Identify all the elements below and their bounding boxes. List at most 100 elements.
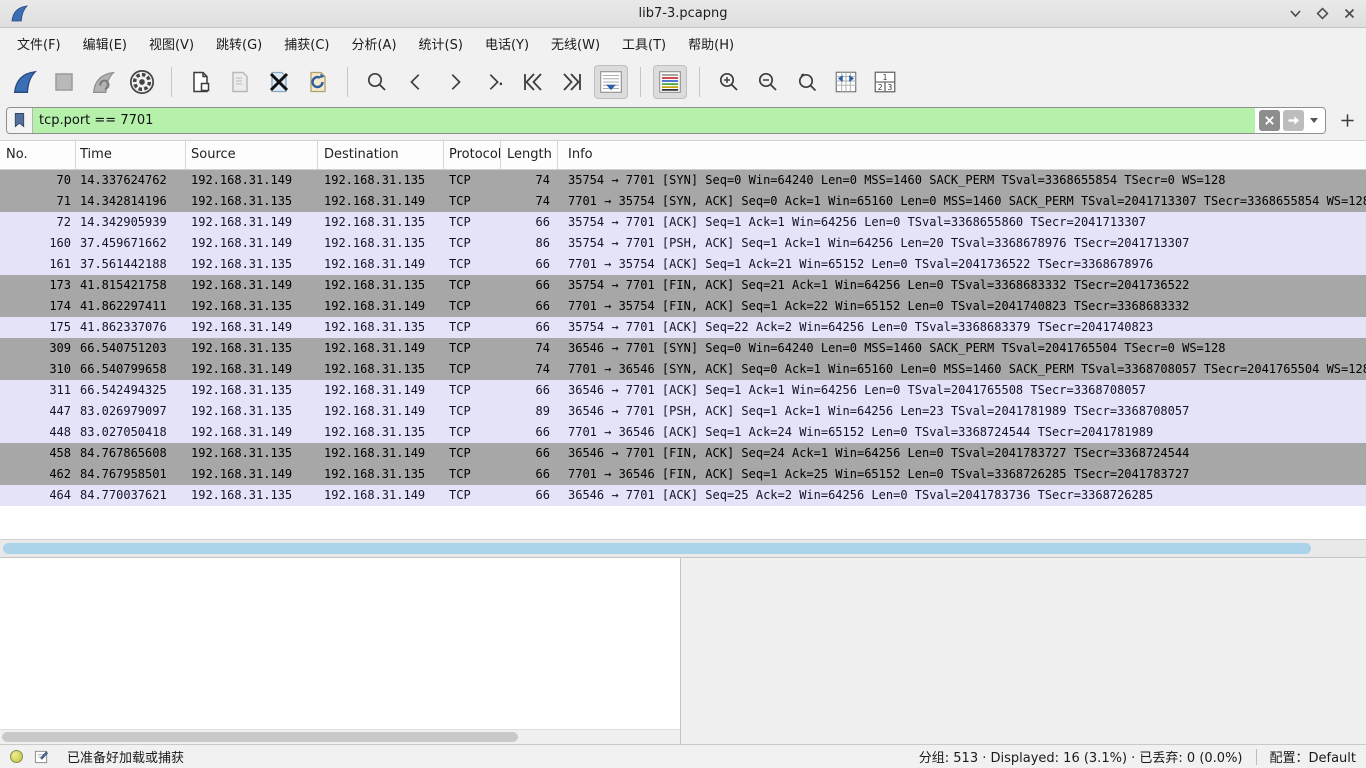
filter-text[interactable]: tcp.port == 7701 <box>33 113 1255 128</box>
titlebar: lib7-3.pcapng <box>0 0 1366 28</box>
packet-protocol: TCP <box>444 317 501 338</box>
packet-length: 66 <box>501 317 558 338</box>
restart-capture-button[interactable] <box>86 65 120 99</box>
column-header-length[interactable]: Length <box>501 141 558 169</box>
filter-bookmark-button[interactable] <box>7 108 33 133</box>
start-capture-button[interactable] <box>8 65 42 99</box>
capture-options-button[interactable] <box>125 65 159 99</box>
packet-protocol: TCP <box>444 191 501 212</box>
column-header-time[interactable]: Time <box>76 141 186 169</box>
last-packet-icon <box>560 70 584 94</box>
packet-no: 309 <box>0 338 76 359</box>
menu-item[interactable]: 文件(F) <box>6 29 72 58</box>
resize-columns-button[interactable] <box>829 65 863 99</box>
column-header-no[interactable]: No. <box>0 141 76 169</box>
packet-row[interactable]: 448 83.027050418 192.168.31.149 192.168.… <box>0 422 1366 443</box>
menu-item[interactable]: 无线(W) <box>540 29 611 58</box>
zoom-reset-button[interactable] <box>790 65 824 99</box>
packet-length: 66 <box>501 443 558 464</box>
colorize-icon <box>657 69 683 95</box>
column-header-source[interactable]: Source <box>186 141 318 169</box>
column-header-info[interactable]: Info <box>558 141 1366 169</box>
filter-dropdown-caret[interactable] <box>1310 118 1318 123</box>
packet-destination: 192.168.31.149 <box>318 191 444 212</box>
maximize-icon[interactable] <box>1316 7 1329 20</box>
go-forward-button[interactable] <box>438 65 472 99</box>
packet-row[interactable]: 447 83.026979097 192.168.31.135 192.168.… <box>0 401 1366 422</box>
open-file-button[interactable] <box>184 65 218 99</box>
menu-item[interactable]: 帮助(H) <box>677 29 745 58</box>
go-to-packet-button[interactable] <box>477 65 511 99</box>
packet-details-pane <box>0 558 681 744</box>
packet-source: 192.168.31.149 <box>186 464 318 485</box>
packet-row[interactable]: 173 41.815421758 192.168.31.149 192.168.… <box>0 275 1366 296</box>
minimize-icon[interactable] <box>1289 7 1302 20</box>
packet-length: 74 <box>501 359 558 380</box>
packet-row[interactable]: 161 37.561442188 192.168.31.135 192.168.… <box>0 254 1366 275</box>
profile-text[interactable]: 配置：Default <box>1270 747 1357 766</box>
close-file-button[interactable] <box>262 65 296 99</box>
packet-row[interactable]: 175 41.862337076 192.168.31.149 192.168.… <box>0 317 1366 338</box>
packet-source: 192.168.31.149 <box>186 317 318 338</box>
filter-apply-button[interactable] <box>1283 110 1304 131</box>
packet-row[interactable]: 72 14.342905939 192.168.31.149 192.168.3… <box>0 212 1366 233</box>
packet-info: 35754 → 7701 [FIN, ACK] Seq=21 Ack=1 Win… <box>558 275 1366 296</box>
packet-row[interactable]: 71 14.342814196 192.168.31.135 192.168.3… <box>0 191 1366 212</box>
menu-item[interactable]: 工具(T) <box>611 29 677 58</box>
zoom-in-button[interactable] <box>712 65 746 99</box>
hscrollbar-thumb[interactable] <box>3 543 1311 554</box>
menu-item[interactable]: 编辑(E) <box>72 29 138 58</box>
menu-item[interactable]: 视图(V) <box>138 29 205 58</box>
find-packet-button[interactable] <box>360 65 394 99</box>
packet-destination: 192.168.31.149 <box>318 443 444 464</box>
packet-destination: 192.168.31.135 <box>318 464 444 485</box>
packet-row[interactable]: 70 14.337624762 192.168.31.149 192.168.3… <box>0 170 1366 191</box>
packet-row[interactable]: 464 84.770037621 192.168.31.135 192.168.… <box>0 485 1366 506</box>
packet-row[interactable]: 160 37.459671662 192.168.31.149 192.168.… <box>0 233 1366 254</box>
menu-item[interactable]: 捕获(C) <box>273 29 340 58</box>
filter-clear-button[interactable] <box>1259 110 1280 131</box>
packet-row[interactable]: 458 84.767865608 192.168.31.135 192.168.… <box>0 443 1366 464</box>
menu-item[interactable]: 分析(A) <box>340 29 407 58</box>
details-hscrollbar-thumb[interactable] <box>2 732 518 742</box>
close-icon[interactable] <box>1343 7 1356 20</box>
capture-comment-icon[interactable] <box>34 749 49 764</box>
expert-info-icon[interactable] <box>10 750 23 763</box>
layout-button[interactable]: 1 2 3 <box>868 65 902 99</box>
packet-no: 447 <box>0 401 76 422</box>
packet-destination: 192.168.31.135 <box>318 170 444 191</box>
packet-info: 7701 → 36546 [SYN, ACK] Seq=0 Ack=1 Win=… <box>558 359 1366 380</box>
packet-row[interactable]: 309 66.540751203 192.168.31.135 192.168.… <box>0 338 1366 359</box>
colorize-button[interactable] <box>653 65 687 99</box>
zoom-out-button[interactable] <box>751 65 785 99</box>
packet-length: 66 <box>501 212 558 233</box>
reload-file-button[interactable] <box>301 65 335 99</box>
auto-scroll-button[interactable] <box>594 65 628 99</box>
menu-item[interactable]: 统计(S) <box>408 29 474 58</box>
first-packet-button[interactable] <box>516 65 550 99</box>
packet-list-hscrollbar[interactable] <box>0 539 1366 557</box>
main-toolbar: 1 2 3 <box>0 59 1366 105</box>
menu-item[interactable]: 跳转(G) <box>205 29 273 58</box>
display-filter-input[interactable]: tcp.port == 7701 <box>6 107 1326 134</box>
column-header-destination[interactable]: Destination <box>318 141 444 169</box>
add-filter-button[interactable] <box>1334 107 1360 133</box>
go-back-button[interactable] <box>399 65 433 99</box>
packet-info: 35754 → 7701 [PSH, ACK] Seq=1 Ack=1 Win=… <box>558 233 1366 254</box>
packet-time: 66.542494325 <box>76 380 186 401</box>
packet-source: 192.168.31.149 <box>186 359 318 380</box>
save-file-button[interactable] <box>223 65 257 99</box>
packet-row[interactable]: 310 66.540799658 192.168.31.149 192.168.… <box>0 359 1366 380</box>
column-header-protocol[interactable]: Protocol <box>444 141 501 169</box>
layout-123-icon: 1 2 3 <box>872 69 898 95</box>
packet-bytes-pane <box>681 558 1366 744</box>
packet-row[interactable]: 174 41.862297411 192.168.31.135 192.168.… <box>0 296 1366 317</box>
last-packet-button[interactable] <box>555 65 589 99</box>
stop-capture-button[interactable] <box>47 65 81 99</box>
packet-time: 83.027050418 <box>76 422 186 443</box>
packet-row[interactable]: 462 84.767958501 192.168.31.149 192.168.… <box>0 464 1366 485</box>
details-hscrollbar[interactable] <box>0 729 680 744</box>
menu-item[interactable]: 电话(Y) <box>474 29 540 58</box>
packet-list: 70 14.337624762 192.168.31.149 192.168.3… <box>0 170 1366 506</box>
packet-row[interactable]: 311 66.542494325 192.168.31.135 192.168.… <box>0 380 1366 401</box>
